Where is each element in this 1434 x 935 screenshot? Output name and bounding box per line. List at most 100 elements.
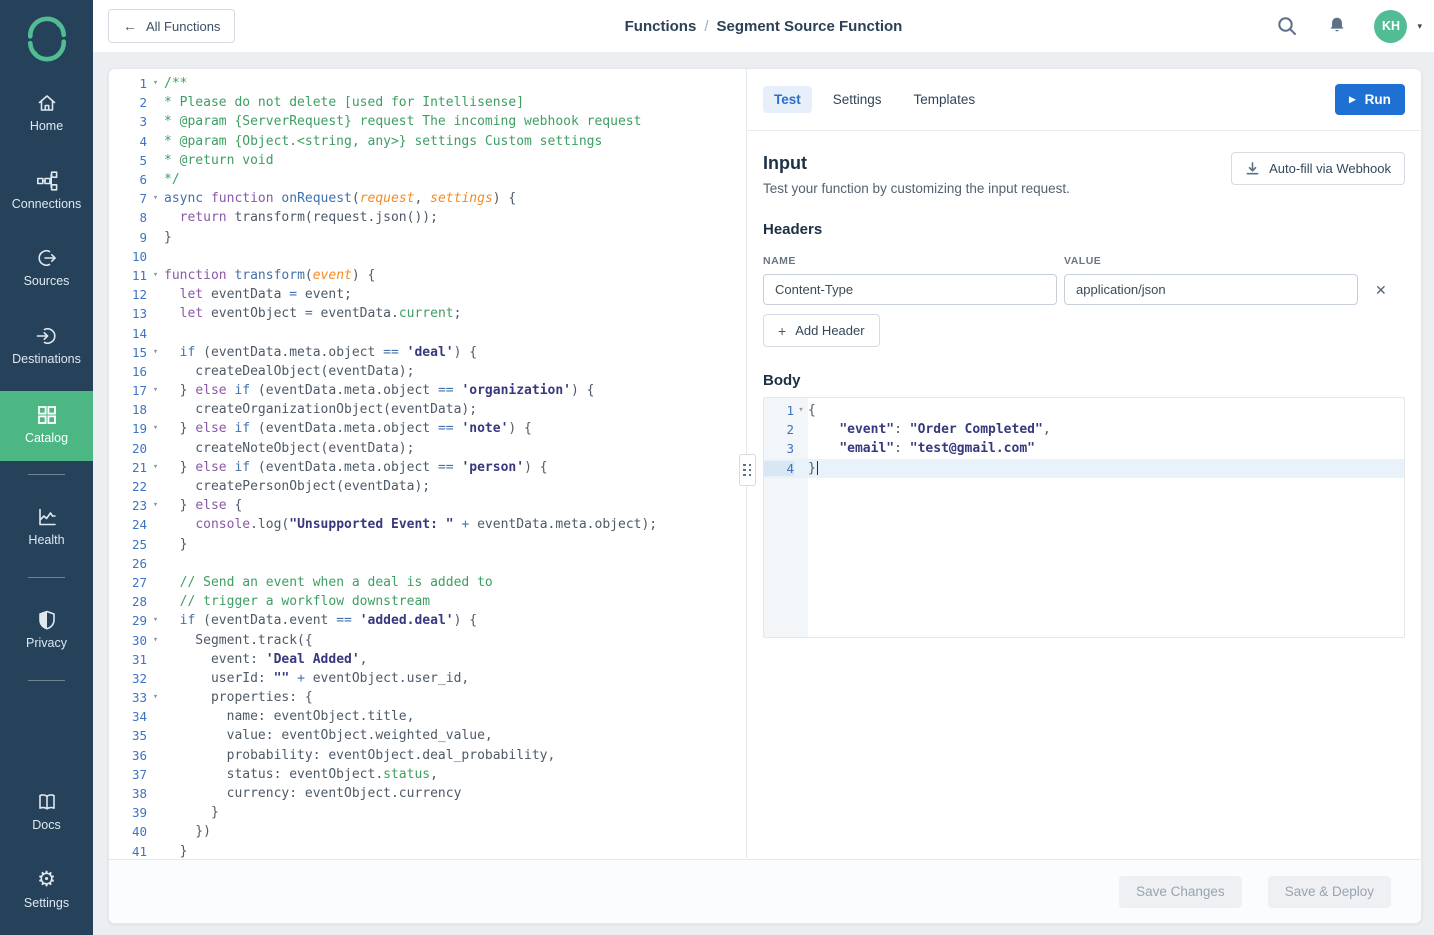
search-icon[interactable]	[1276, 15, 1298, 37]
code-text: name: eventObject.title,	[164, 709, 414, 724]
code-line[interactable]: 2 "event": "Order Completed",	[764, 420, 1404, 439]
all-functions-back-button[interactable]: ← All Functions	[108, 9, 235, 43]
code-line[interactable]: 8 return transform(request.json());	[109, 208, 746, 227]
fold-caret-icon[interactable]: ▾	[147, 271, 164, 280]
code-line[interactable]: 31 event: 'Deal Added',	[109, 650, 746, 669]
code-line[interactable]: 26	[109, 554, 746, 573]
body-json-editor[interactable]: 1▾{2 "event": "Order Completed",3 "email…	[763, 397, 1405, 638]
remove-header-icon[interactable]: ✕	[1375, 283, 1387, 297]
code-line[interactable]: 3* @param {ServerRequest} request The in…	[109, 112, 746, 131]
code-line[interactable]: 15▾ if (eventData.meta.object == 'deal')…	[109, 343, 746, 362]
code-line[interactable]: 10	[109, 247, 746, 266]
code-line[interactable]: 17▾ } else if (eventData.meta.object == …	[109, 381, 746, 400]
code-line[interactable]: 7▾async function onRequest(request, sett…	[109, 189, 746, 208]
fold-caret-icon[interactable]: ▾	[147, 463, 164, 472]
code-line[interactable]: 19▾ } else if (eventData.meta.object == …	[109, 419, 746, 438]
fold-caret-icon[interactable]: ▾	[147, 424, 164, 433]
code-line[interactable]: 37 status: eventObject.status,	[109, 765, 746, 784]
fold-caret-icon[interactable]: ▾	[147, 194, 164, 203]
code-line[interactable]: 24 console.log("Unsupported Event: " + e…	[109, 515, 746, 534]
sidebar-item-connections[interactable]: Connections	[0, 170, 93, 211]
code-line[interactable]: 12 let eventData = event;	[109, 285, 746, 304]
sidebar-item-destinations[interactable]: Destinations	[0, 325, 93, 366]
code-line[interactable]: 40 })	[109, 822, 746, 841]
sidebar-item-health[interactable]: Health	[0, 506, 93, 547]
line-number: 10	[109, 249, 147, 264]
code-line[interactable]: 14	[109, 323, 746, 342]
tab-settings[interactable]: Settings	[822, 86, 893, 113]
code-line[interactable]: 41 }	[109, 842, 746, 859]
header-value-input[interactable]	[1064, 274, 1358, 305]
line-number: 32	[109, 671, 147, 686]
code-line[interactable]: 32 userId: "" + eventObject.user_id,	[109, 669, 746, 688]
tab-templates[interactable]: Templates	[903, 86, 987, 113]
save-changes-button[interactable]: Save Changes	[1119, 876, 1242, 908]
fold-caret-icon[interactable]: ▾	[794, 406, 808, 415]
fold-caret-icon[interactable]: ▾	[147, 636, 164, 645]
code-line[interactable]: 4* @param {Object.<string, any>} setting…	[109, 132, 746, 151]
code-line[interactable]: 28 // trigger a workflow downstream	[109, 592, 746, 611]
code-line[interactable]: 27 // Send an event when a deal is added…	[109, 573, 746, 592]
code-line[interactable]: 9}	[109, 228, 746, 247]
sidebar-item-docs[interactable]: Docs	[0, 791, 93, 832]
input-section: Input Test your function by customizing …	[747, 131, 1421, 638]
autofill-webhook-button[interactable]: Auto-fill via Webhook	[1231, 152, 1405, 185]
segment-logo-icon[interactable]	[0, 16, 93, 67]
code-line[interactable]: 38 currency: eventObject.currency	[109, 784, 746, 803]
breadcrumb-parent[interactable]: Functions	[625, 18, 697, 35]
sidebar-item-catalog[interactable]: Catalog	[0, 391, 93, 461]
back-button-label: All Functions	[146, 19, 220, 34]
code-line[interactable]: 6*/	[109, 170, 746, 189]
code-line[interactable]: 25 }	[109, 535, 746, 554]
code-line[interactable]: 16 createDealObject(eventData);	[109, 362, 746, 381]
code-line[interactable]: 5* @return void	[109, 151, 746, 170]
code-text: * @param {ServerRequest} request The inc…	[164, 114, 641, 129]
code-line[interactable]: 36 probability: eventObject.deal_probabi…	[109, 746, 746, 765]
code-line[interactable]: 23▾ } else {	[109, 496, 746, 515]
code-line[interactable]: 29▾ if (eventData.event == 'added.deal')…	[109, 611, 746, 630]
notifications-bell-icon[interactable]	[1326, 15, 1348, 37]
code-text: {	[808, 403, 816, 418]
code-text: properties: {	[164, 690, 313, 705]
save-deploy-button[interactable]: Save & Deploy	[1268, 876, 1391, 908]
sidebar-divider	[28, 577, 65, 578]
fold-caret-icon[interactable]: ▾	[147, 348, 164, 357]
code-line[interactable]: 11▾function transform(event) {	[109, 266, 746, 285]
code-line[interactable]: 4}	[764, 459, 1404, 478]
sidebar-item-sources[interactable]: Sources	[0, 247, 93, 288]
code-line[interactable]: 20 createNoteObject(eventData);	[109, 439, 746, 458]
sidebar-item-home[interactable]: Home	[0, 92, 93, 133]
add-header-button[interactable]: + Add Header	[763, 314, 880, 347]
line-number: 34	[109, 709, 147, 724]
fold-caret-icon[interactable]: ▾	[147, 501, 164, 510]
run-button[interactable]: ▶ Run	[1335, 84, 1405, 115]
code-line[interactable]: 1▾{	[764, 401, 1404, 420]
code-line[interactable]: 33▾ properties: {	[109, 688, 746, 707]
header-name-input[interactable]	[763, 274, 1057, 305]
code-line[interactable]: 18 createOrganizationObject(eventData);	[109, 400, 746, 419]
code-line[interactable]: 39 }	[109, 803, 746, 822]
sidebar-item-privacy[interactable]: Privacy	[0, 609, 93, 650]
privacy-shield-icon	[0, 609, 93, 631]
line-number: 11	[109, 268, 147, 283]
code-text: } else if (eventData.meta.object == 'org…	[164, 383, 595, 398]
fold-caret-icon[interactable]: ▾	[147, 79, 164, 88]
code-line[interactable]: 1▾/**	[109, 74, 746, 93]
fold-caret-icon[interactable]: ▾	[147, 693, 164, 702]
code-line[interactable]: 30▾ Segment.track({	[109, 630, 746, 649]
code-line[interactable]: 35 value: eventObject.weighted_value,	[109, 726, 746, 745]
code-line[interactable]: 34 name: eventObject.title,	[109, 707, 746, 726]
fold-caret-icon[interactable]: ▾	[147, 616, 164, 625]
code-line[interactable]: 22 createPersonObject(eventData);	[109, 477, 746, 496]
sidebar-item-settings[interactable]: ⚙ Settings	[0, 869, 93, 910]
code-editor[interactable]: 1▾/**2* Please do not delete [used for I…	[109, 69, 746, 858]
avatar-dropdown-caret-icon[interactable]: ▾	[1417, 21, 1422, 32]
code-line[interactable]: 21▾ } else if (eventData.meta.object == …	[109, 458, 746, 477]
code-line[interactable]: 3 "email": "test@gmail.com"	[764, 439, 1404, 458]
fold-caret-icon[interactable]: ▾	[147, 386, 164, 395]
pane-resize-handle[interactable]	[739, 454, 756, 486]
code-line[interactable]: 13 let eventObject = eventData.current;	[109, 304, 746, 323]
tab-test[interactable]: Test	[763, 86, 812, 113]
code-line[interactable]: 2* Please do not delete [used for Intell…	[109, 93, 746, 112]
user-avatar[interactable]: KH	[1374, 10, 1407, 43]
